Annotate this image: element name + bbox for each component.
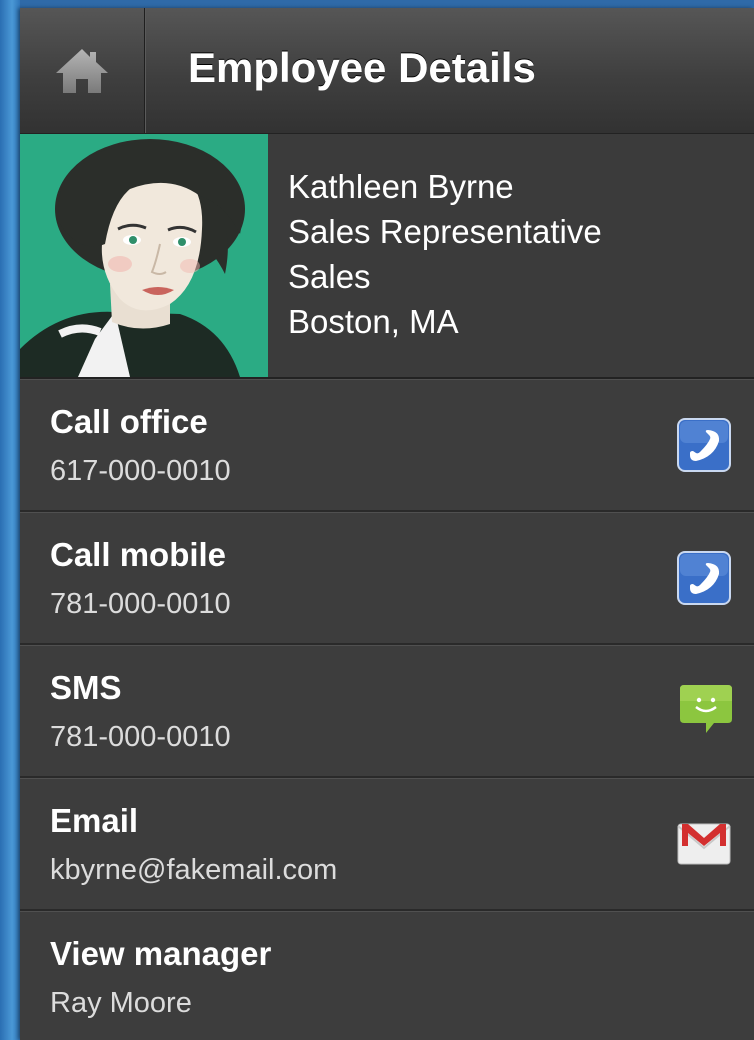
employee-info: Kathleen Byrne Sales Representative Sale… bbox=[288, 164, 602, 344]
home-button[interactable] bbox=[20, 8, 145, 133]
page-title: Employee Details bbox=[188, 44, 536, 91]
action-list: Call office 617-000-0010 Call mobile 781… bbox=[20, 379, 754, 1040]
sms-icon bbox=[680, 685, 732, 733]
list-item-label: View manager bbox=[50, 935, 272, 972]
employee-department: Sales bbox=[288, 258, 371, 295]
home-icon bbox=[56, 48, 108, 93]
email-address: kbyrne@fakemail.com bbox=[50, 854, 338, 886]
office-phone-number: 617-000-0010 bbox=[50, 455, 231, 487]
app-window: Employee Details Kathleen Byrne Sales Re… bbox=[20, 8, 754, 1040]
profile-card: Kathleen Byrne Sales Representative Sale… bbox=[20, 134, 754, 379]
list-item-label: Call mobile bbox=[50, 536, 227, 573]
phone-icon bbox=[677, 418, 731, 472]
manager-name: Ray Moore bbox=[50, 987, 192, 1019]
list-item-label: Call office bbox=[50, 403, 208, 440]
mobile-phone-number: 781-000-0010 bbox=[50, 588, 231, 620]
call-office-item[interactable]: Call office 617-000-0010 bbox=[20, 379, 754, 512]
phone-icon bbox=[677, 551, 731, 605]
employee-title: Sales Representative bbox=[288, 213, 602, 250]
list-item-label: SMS bbox=[50, 669, 122, 706]
desktop-background bbox=[0, 0, 20, 1040]
avatar bbox=[20, 134, 268, 377]
sms-item[interactable]: SMS 781-000-0010 bbox=[20, 645, 754, 778]
call-mobile-item[interactable]: Call mobile 781-000-0010 bbox=[20, 512, 754, 645]
header-bar: Employee Details bbox=[20, 8, 754, 134]
gmail-icon bbox=[677, 823, 731, 865]
email-item[interactable]: Email kbyrne@fakemail.com bbox=[20, 778, 754, 911]
sms-number: 781-000-0010 bbox=[50, 721, 231, 753]
view-manager-item[interactable]: View manager Ray Moore bbox=[20, 911, 754, 1040]
employee-location: Boston, MA bbox=[288, 303, 459, 340]
employee-name: Kathleen Byrne bbox=[288, 168, 514, 205]
list-item-label: Email bbox=[50, 802, 139, 839]
